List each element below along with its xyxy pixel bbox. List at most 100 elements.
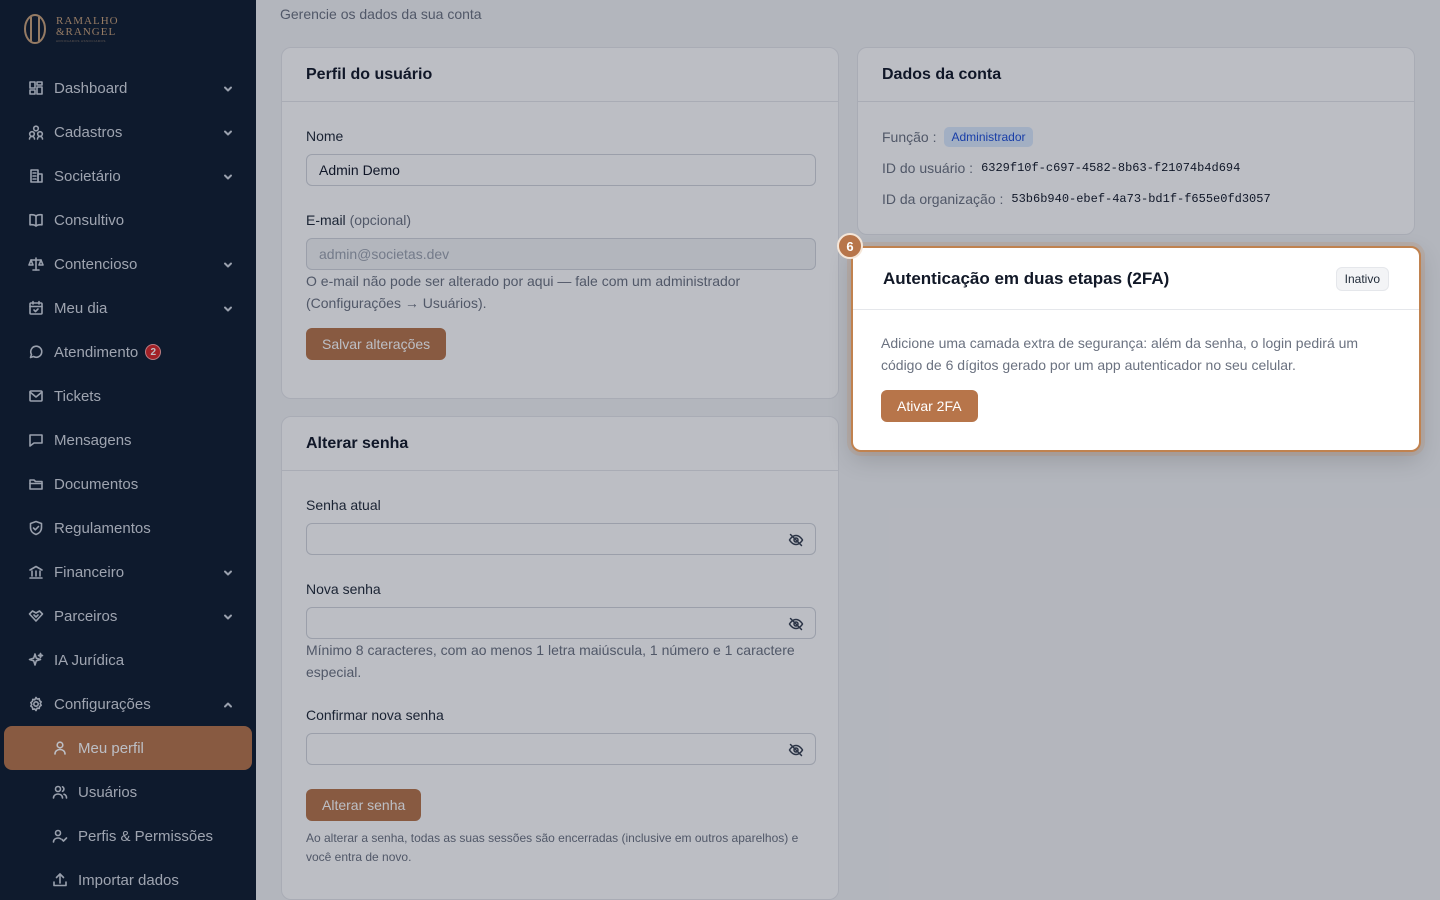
sparkles-icon	[28, 652, 44, 668]
brand-line-1: RAMALHO	[56, 14, 119, 27]
account-card: Dados da conta Função : Administrador ID…	[857, 47, 1415, 235]
new-password-input[interactable]	[306, 607, 816, 639]
email-label: E-mail (opcional)	[306, 212, 814, 228]
folder-icon	[28, 476, 44, 492]
sidebar-item-contencioso[interactable]: Contencioso	[0, 242, 256, 286]
sidebar-nav: Dashboard Cadastros Societário Consultiv…	[0, 66, 256, 900]
profile-card: Perfil do usuário Nome Admin Demo E-mail…	[281, 47, 839, 399]
eye-off-icon[interactable]	[788, 616, 804, 632]
sidebar-item-label: Regulamentos	[54, 519, 151, 537]
chevron-down-icon	[222, 258, 234, 270]
notification-badge: 2	[145, 344, 162, 360]
current-password-label: Senha atual	[306, 497, 381, 513]
name-input[interactable]: Admin Demo	[306, 154, 816, 186]
sidebar-item-label: Atendimento	[54, 343, 139, 361]
sidebar-subitem-label: Perfis & Permissões	[78, 827, 214, 845]
sidebar-item-label: Parceiros	[54, 607, 118, 625]
sidebar-item-atendimento[interactable]: Atendimento 2	[0, 330, 256, 374]
sidebar-item-label: Configurações	[54, 695, 151, 713]
sidebar-subitem-label: Importar dados	[78, 871, 179, 889]
sidebar-item-societario[interactable]: Societário	[0, 154, 256, 198]
user-id-row: ID do usuário : 6329f10f-c697-4582-8b63-…	[882, 157, 1390, 179]
two-factor-card-header: Autenticação em duas etapas (2FA) Inativ…	[853, 248, 1419, 310]
chevron-up-icon	[222, 698, 234, 710]
brand-line-2: &RANGEL	[56, 25, 117, 38]
sidebar-item-meu-dia[interactable]: Meu dia	[0, 286, 256, 330]
email-label-text: E-mail	[306, 212, 346, 228]
gear-icon	[28, 696, 44, 712]
sidebar-item-regulamentos[interactable]: Regulamentos	[0, 506, 256, 550]
save-changes-button[interactable]: Salvar alterações	[306, 328, 447, 360]
logo-mark-icon	[24, 14, 46, 44]
email-input[interactable]: admin@societas.dev	[306, 238, 816, 270]
sidebar-item-cadastros[interactable]: Cadastros	[0, 110, 256, 154]
brand-logo[interactable]: RAMALHO &RANGEL ADVOGADOS ASSOCIADOS	[22, 12, 119, 46]
chat-icon	[28, 344, 44, 360]
users-icon	[52, 784, 68, 800]
two-factor-description: Adicione uma camada extra de segurança: …	[881, 335, 1359, 373]
sidebar-item-label: Mensagens	[54, 431, 132, 449]
enable-2fa-button[interactable]: Ativar 2FA	[881, 390, 978, 422]
chevron-down-icon	[222, 302, 234, 314]
sidebar-item-mensagens[interactable]: Mensagens	[0, 418, 256, 462]
building-icon	[28, 168, 44, 184]
new-password-label: Nova senha	[306, 581, 381, 597]
sidebar-item-documentos[interactable]: Documentos	[0, 462, 256, 506]
sidebar-item-label: Meu dia	[54, 299, 108, 317]
sidebar-subitem-perfis-permissoes[interactable]: Perfis & Permissões	[0, 814, 256, 858]
users-group-icon	[28, 124, 44, 140]
sidebar-item-label: Contencioso	[54, 255, 138, 273]
change-password-button[interactable]: Alterar senha	[306, 789, 422, 821]
user-check-icon	[52, 828, 68, 844]
two-factor-status-badge: Inativo	[1335, 266, 1389, 291]
sidebar-subitem-label: Meu perfil	[78, 739, 144, 757]
sidebar-item-label: Societário	[54, 167, 121, 185]
sidebar-item-parceiros[interactable]: Parceiros	[0, 594, 256, 638]
scale-icon	[28, 256, 44, 272]
sidebar-item-label: Documentos	[54, 475, 139, 493]
password-change-note: Ao alterar a senha, todas as suas sessõe…	[306, 831, 799, 864]
password-card-title: Alterar senha	[282, 417, 838, 471]
book-icon	[28, 212, 44, 228]
eye-off-icon[interactable]	[788, 532, 804, 548]
sidebar-item-label: IA Jurídica	[54, 651, 125, 669]
sidebar-subitem-usuarios[interactable]: Usuários	[0, 770, 256, 814]
org-id-label: ID da organização :	[882, 191, 1004, 207]
sidebar-item-financeiro[interactable]: Financeiro	[0, 550, 256, 594]
sidebar-subitem-label: Usuários	[78, 783, 138, 801]
confirm-password-input[interactable]	[306, 733, 816, 765]
eye-off-icon[interactable]	[788, 742, 804, 758]
name-label: Nome	[306, 128, 344, 144]
sidebar-item-label: Dashboard	[54, 79, 128, 97]
role-row: Função : Administrador	[882, 126, 1390, 148]
sidebar-item-consultivo[interactable]: Consultivo	[0, 198, 256, 242]
sidebar-item-label: Tickets	[54, 387, 101, 405]
chevron-down-icon	[222, 82, 234, 94]
sidebar-item-ia-juridica[interactable]: IA Jurídica	[0, 638, 256, 682]
chevron-down-icon	[222, 170, 234, 182]
message-icon	[28, 432, 44, 448]
ticket-icon	[28, 388, 44, 404]
current-password-input[interactable]	[306, 523, 816, 555]
shield-icon	[28, 520, 44, 536]
calendar-icon	[28, 300, 44, 316]
org-id-row: ID da organização : 53b6b940-ebef-4a73-b…	[882, 188, 1390, 210]
brand-tagline: ADVOGADOS ASSOCIADOS	[56, 38, 106, 43]
sidebar-item-label: Consultivo	[54, 211, 125, 229]
sidebar-item-dashboard[interactable]: Dashboard	[0, 66, 256, 110]
chevron-down-icon	[222, 610, 234, 622]
user-id-value: 6329f10f-c697-4582-8b63-f21074b4d694	[981, 161, 1241, 175]
org-id-value: 53b6b940-ebef-4a73-bd1f-f655e0fd3057	[1011, 192, 1271, 206]
sidebar-item-tickets[interactable]: Tickets	[0, 374, 256, 418]
bank-icon	[28, 564, 44, 580]
email-optional-text: (opcional)	[349, 212, 412, 228]
new-password-help-text: Mínimo 8 caracteres, com ao menos 1 letr…	[306, 642, 795, 680]
sidebar: RAMALHO &RANGEL ADVOGADOS ASSOCIADOS Das…	[0, 0, 256, 900]
sidebar-item-configuracoes[interactable]: Configurações	[0, 682, 256, 726]
sidebar-subitem-importar-dados[interactable]: Importar dados	[0, 858, 256, 900]
role-badge: Administrador	[944, 127, 1033, 147]
sidebar-item-label: Cadastros	[54, 123, 123, 141]
chevron-down-icon	[222, 566, 234, 578]
sidebar-subitem-meu-perfil[interactable]: Meu perfil	[4, 726, 252, 770]
dashboard-icon	[28, 80, 44, 96]
